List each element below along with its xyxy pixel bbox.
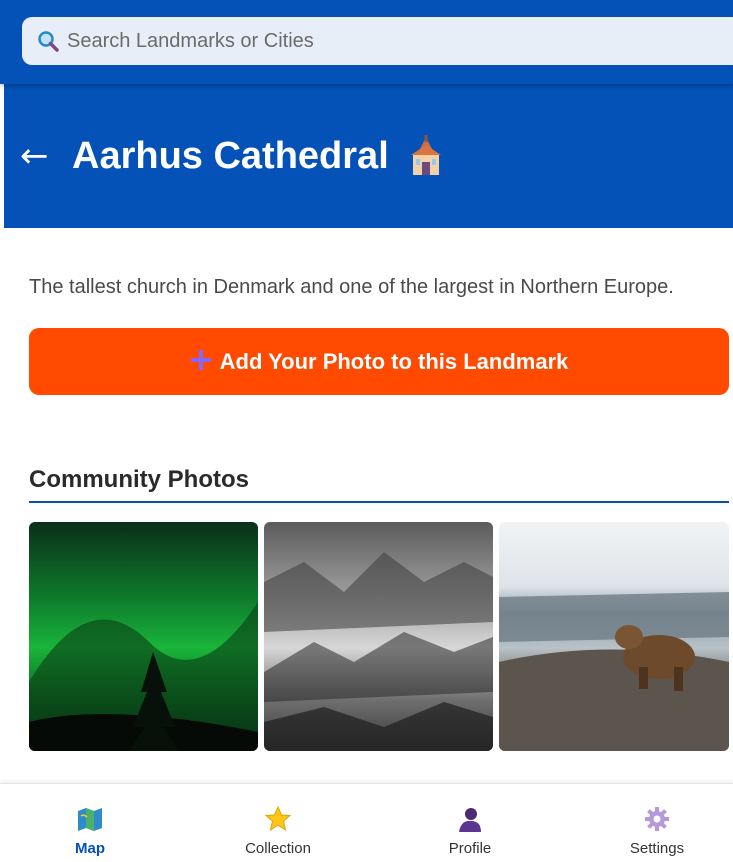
misty-forest-photo[interactable] <box>264 522 493 751</box>
aurora-borealis-photo[interactable] <box>29 522 258 751</box>
nav-item-settings[interactable]: Settings <box>582 784 732 862</box>
nav-item-collection[interactable]: Collection <box>203 784 353 862</box>
search-bar[interactable] <box>22 17 733 65</box>
nav-item-profile[interactable]: Profile <box>395 784 545 862</box>
nav-label-profile: Profile <box>448 840 492 857</box>
bear-photo[interactable] <box>499 522 729 751</box>
nav-label-settings: Settings <box>629 840 685 857</box>
star-icon <box>265 806 291 832</box>
page-title: Aarhus Cathedral <box>72 134 389 177</box>
search-icon <box>37 30 59 52</box>
community-photos-grid <box>29 522 733 751</box>
map-icon <box>78 808 102 831</box>
community-photos-heading: Community Photos <box>29 466 729 503</box>
nav-label-collection: Collection <box>245 840 311 857</box>
back-arrow-button[interactable]: ← <box>20 139 60 173</box>
landmark-description: The tallest church in Denmark and one of… <box>29 276 674 298</box>
plus-icon <box>190 347 212 377</box>
add-photo-label: Add Your Photo to this Landmark <box>219 348 569 374</box>
search-input[interactable] <box>67 21 667 61</box>
top-bar <box>0 0 733 84</box>
gear-icon <box>645 807 669 831</box>
nav-item-map[interactable]: Map <box>15 784 165 862</box>
landmark-header: ← Aarhus Cathedral <box>4 84 733 228</box>
church-icon <box>405 135 447 177</box>
profile-icon <box>459 808 481 832</box>
bottom-nav: Map Collection Profile Settings <box>0 783 733 862</box>
add-photo-button[interactable]: Add Your Photo to this Landmark <box>29 328 729 395</box>
nav-label-map: Map <box>75 840 105 857</box>
